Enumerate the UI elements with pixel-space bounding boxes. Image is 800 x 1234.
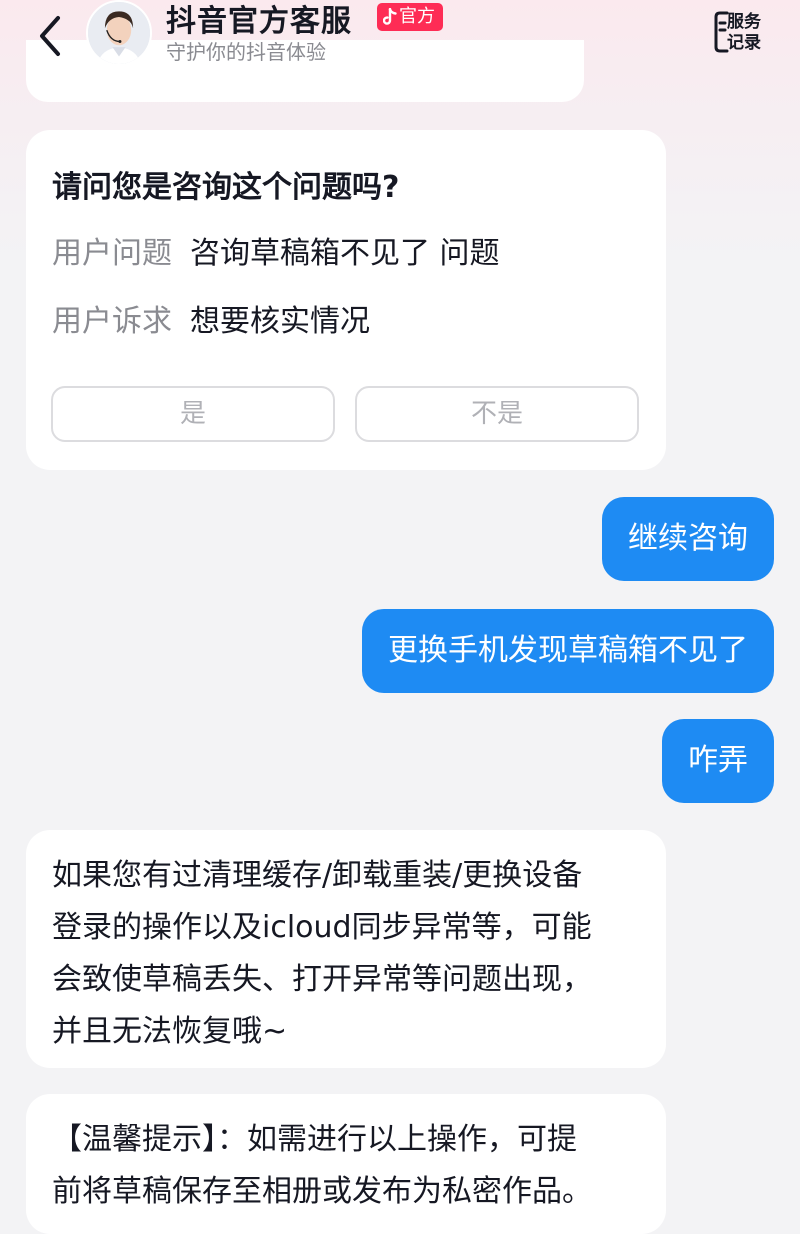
agent-message-line: 前将草稿保存至相册或发布为私密作品。 bbox=[52, 1174, 592, 1209]
agent-message-line: 会致使草稿丢失、打开异常等问题出现， bbox=[52, 962, 592, 997]
no-button[interactable]: 不是 bbox=[355, 386, 639, 442]
agent-tip-bubble: 【温馨提示】：如需进行以上操作，可提 前将草稿保存至相册或发布为私密作品。 bbox=[26, 1094, 666, 1234]
agent-portrait-icon bbox=[88, 2, 150, 64]
user-request-row: 用户诉求 想要核实情况 bbox=[52, 296, 370, 340]
yes-button[interactable]: 是 bbox=[51, 386, 335, 442]
user-issue-value: 咨询草稿箱不见了 问题 bbox=[190, 236, 500, 271]
page-subtitle: 守护你的抖音体验 bbox=[166, 40, 326, 64]
user-message-bubble: 继续咨询 bbox=[602, 497, 774, 581]
service-records-line-1: 服务 bbox=[727, 12, 761, 32]
service-records-line-2: 记录 bbox=[727, 33, 761, 53]
service-records-button[interactable]: 服务 记录 bbox=[713, 8, 771, 56]
agent-message-line: 登录的操作以及icloud同步异常等，可能 bbox=[52, 910, 592, 945]
agent-message-bubble: 如果您有过清理缓存/卸载重装/更换设备 登录的操作以及icloud同步异常等，可… bbox=[26, 830, 666, 1068]
chat-header: 抖音官方客服 官方 守护你的抖音体验 服务 记录 bbox=[0, 0, 800, 72]
agent-message-line: 【温馨提示】：如需进行以上操作，可提 bbox=[52, 1122, 577, 1157]
user-request-value: 想要核实情况 bbox=[190, 304, 370, 339]
back-arrow-icon[interactable] bbox=[28, 12, 76, 60]
confirm-question: 请问您是咨询这个问题吗? bbox=[52, 170, 400, 205]
user-message-bubble: 更换手机发现草稿箱不见了 bbox=[362, 609, 774, 693]
tiktok-note-icon bbox=[383, 8, 397, 25]
service-records-label: 服务 记录 bbox=[727, 12, 771, 54]
page-title: 抖音官方客服 bbox=[166, 4, 352, 39]
agent-message-line: 如果您有过清理缓存/卸载重装/更换设备 bbox=[52, 858, 583, 893]
official-badge: 官方 bbox=[377, 3, 443, 31]
user-issue-label: 用户问题 bbox=[52, 236, 172, 271]
user-issue-row: 用户问题 咨询草稿箱不见了 问题 bbox=[52, 228, 500, 272]
agent-message-line: 并且无法恢复哦~ bbox=[52, 1014, 288, 1049]
question-confirm-card: 请问您是咨询这个问题吗? 用户问题 咨询草稿箱不见了 问题 用户诉求 想要核实情况 … bbox=[26, 130, 666, 470]
official-badge-label: 官方 bbox=[399, 6, 435, 27]
avatar[interactable] bbox=[86, 0, 152, 66]
user-request-label: 用户诉求 bbox=[52, 304, 172, 339]
user-message-bubble: 咋弄 bbox=[662, 719, 774, 803]
